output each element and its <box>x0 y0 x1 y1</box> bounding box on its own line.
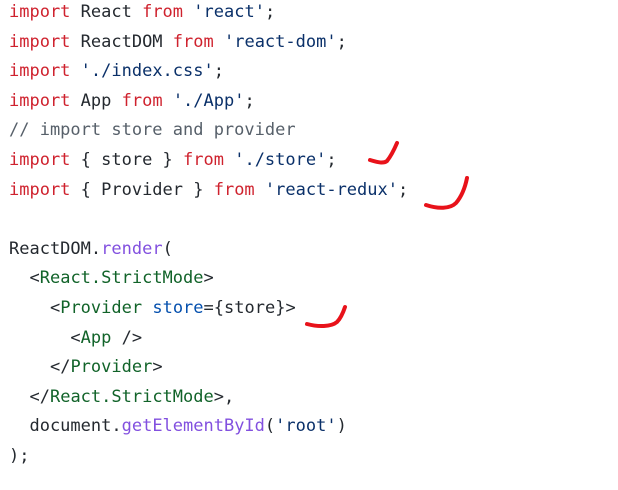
code-line: <Provider store={store}> <box>9 296 296 320</box>
code-string: 'react-redux' <box>264 179 398 200</box>
code-text: . <box>90 238 102 259</box>
code-line: import React from 'react'; <box>9 0 275 24</box>
code-text: App <box>70 90 122 111</box>
code-string: 'root' <box>275 416 337 437</box>
code-string: 'react-dom' <box>223 31 337 52</box>
code-line: <App /> <box>9 326 142 350</box>
code-string: 'react' <box>193 2 265 22</box>
code-text: ; <box>397 179 409 200</box>
code-text: < <box>70 327 81 348</box>
code-text: ) <box>336 416 347 437</box>
code-text: </ <box>29 386 50 407</box>
code-text: ; <box>336 31 347 52</box>
code-keyword: from <box>183 150 224 170</box>
red-checkmark-annotation <box>424 176 469 210</box>
code-text: </ <box>49 357 71 378</box>
code-line: import App from './App'; <box>9 89 255 113</box>
code-text: ; <box>264 2 276 22</box>
code-text: < <box>49 298 61 318</box>
code-text: /> <box>111 327 143 348</box>
code-text: . <box>111 416 122 437</box>
code-text: < <box>29 268 40 289</box>
code-text: { Provider } <box>70 179 214 200</box>
code-line: ReactDOM.render( <box>9 237 173 261</box>
code-text: > <box>203 268 214 289</box>
code-text: ; <box>213 61 224 82</box>
code-keyword: from <box>172 31 214 52</box>
code-line: document.getElementById('root') <box>9 414 347 438</box>
code-comment: // import store and provider <box>9 120 296 141</box>
red-checkmark-annotation <box>305 305 347 329</box>
code-block: import React from 'react'; import ReactD… <box>0 0 618 490</box>
code-text: ; <box>326 150 337 170</box>
code-text: React <box>70 2 143 22</box>
code-text: > <box>285 298 296 318</box>
code-jsx-attribute: store <box>152 298 204 318</box>
code-jsx-tag: React.StrictMode <box>49 386 214 407</box>
code-string: './App' <box>172 90 245 111</box>
code-keyword: from <box>121 90 163 111</box>
code-keyword: import <box>9 179 71 200</box>
code-line: ); <box>9 444 29 468</box>
code-keyword: from <box>213 179 255 200</box>
code-function-name: getElementById <box>121 416 265 437</box>
code-text: { store } <box>70 150 184 170</box>
code-line: </React.StrictMode>, <box>9 385 234 409</box>
code-string: './store' <box>234 150 327 170</box>
code-line: import { Provider } from 'react-redux'; <box>9 178 408 202</box>
code-jsx-tag: React.StrictMode <box>39 268 204 289</box>
code-line: import './index.css'; <box>9 59 224 83</box>
code-string: './index.css' <box>80 61 214 82</box>
code-jsx-tag: App <box>80 327 112 348</box>
code-text: >, <box>213 386 235 407</box>
code-line: import ReactDOM from 'react-dom'; <box>9 30 347 54</box>
code-keyword: import <box>9 90 71 111</box>
code-text: > <box>152 357 163 378</box>
code-keyword: import <box>9 31 71 52</box>
code-jsx-tag: Provider <box>60 298 143 318</box>
code-jsx-tag: Provider <box>70 357 153 378</box>
code-keyword: from <box>142 2 184 22</box>
code-text: ReactDOM <box>70 31 173 52</box>
code-line: import { store } from './store'; <box>9 148 337 172</box>
code-keyword: import <box>9 61 71 82</box>
code-text: ); <box>9 446 30 466</box>
code-text: ReactDOM <box>9 238 91 259</box>
code-text: ; <box>244 90 255 111</box>
code-text: = <box>203 298 214 318</box>
code-function-name: render <box>101 238 163 259</box>
code-line: // import store and provider <box>9 118 296 142</box>
code-text: ( <box>264 416 276 437</box>
code-keyword: import <box>9 150 71 170</box>
red-checkmark-annotation <box>368 141 399 165</box>
code-line: </Provider> <box>9 355 163 379</box>
code-line: <React.StrictMode> <box>9 266 214 290</box>
code-text: ( <box>162 238 173 259</box>
code-keyword: import <box>9 2 71 22</box>
code-text: document <box>9 416 112 437</box>
code-text: {store} <box>213 298 286 318</box>
